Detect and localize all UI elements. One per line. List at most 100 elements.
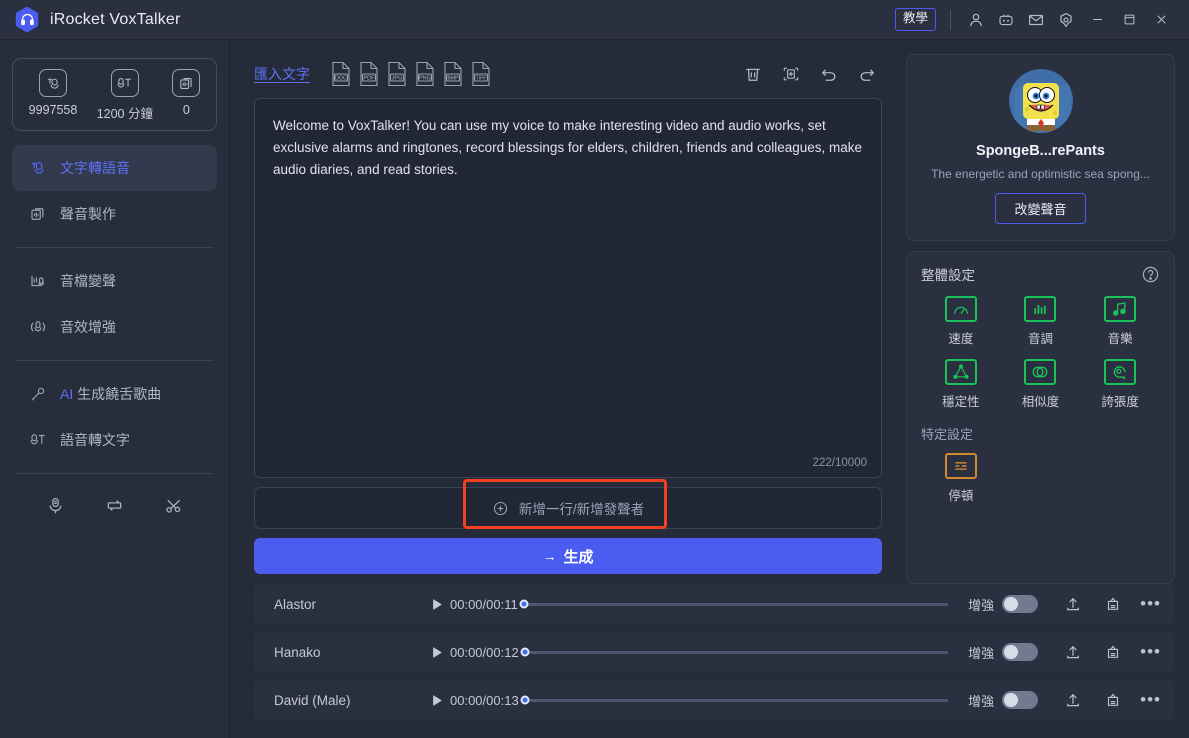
track-name: Hanako <box>274 644 321 660</box>
sidebar-item-voice-production[interactable]: 聲音製作 <box>12 191 217 237</box>
editor-column: 匯入文字 DOC PDF JPG PNG BMP TIFF Welcome to… <box>230 40 894 584</box>
converter-icon[interactable] <box>102 492 128 518</box>
toggle-knob <box>1004 693 1019 707</box>
app-title: iRocket VoxTalker <box>50 10 181 28</box>
svg-text:TIFF: TIFF <box>476 76 487 82</box>
add-segment-icon[interactable] <box>780 63 802 85</box>
right-panel: SpongeB...rePants The energetic and opti… <box>894 40 1189 584</box>
speed-gauge-icon <box>944 296 977 322</box>
save-preset-icon[interactable] <box>1100 691 1126 709</box>
voice-description: The energetic and optimistic sea spong..… <box>931 167 1150 181</box>
generate-label: 生成 <box>563 548 594 566</box>
filetype-doc-icon[interactable]: DOC <box>330 61 352 87</box>
slider-knob[interactable] <box>519 599 529 609</box>
setting-similarity[interactable]: 相似度 <box>1001 359 1081 410</box>
similarity-circles-icon <box>1024 359 1057 385</box>
filetype-png-icon[interactable]: PNG <box>414 61 436 87</box>
maximize-icon[interactable] <box>1113 5 1145 35</box>
setting-label: 速度 <box>948 332 974 346</box>
minimize-icon[interactable] <box>1081 5 1113 35</box>
export-icon[interactable] <box>1060 595 1086 613</box>
track-progress-slider[interactable] <box>519 599 949 609</box>
export-icon[interactable] <box>1060 643 1086 661</box>
more-options-icon[interactable]: ••• <box>1140 691 1161 708</box>
global-settings-grid: 速度 音調 音樂 穩定性 相似度 誇張度 <box>921 296 1160 410</box>
tts-credit-icon <box>39 69 67 97</box>
filetype-pdf-icon[interactable]: PDF <box>358 61 380 87</box>
sidebar-item-audio-voice-change[interactable]: 音檔變聲 <box>12 258 217 304</box>
track-row[interactable]: David (Male) 00:00/00:13 增強 ••• <box>254 680 1175 720</box>
music-note-icon <box>1104 296 1137 322</box>
specific-settings-title: 特定設定 <box>921 427 974 442</box>
help-circle-icon[interactable] <box>1141 265 1160 284</box>
setting-label: 停頓 <box>948 489 974 503</box>
more-options-icon[interactable]: ••• <box>1140 595 1161 612</box>
enhance-toggle[interactable] <box>1002 595 1039 613</box>
setting-exaggeration[interactable]: 誇張度 <box>1080 359 1160 410</box>
svg-text:JPG: JPG <box>392 76 403 82</box>
enhance-label: 增強 <box>968 597 995 613</box>
setting-pitch[interactable]: 音調 <box>1001 296 1081 347</box>
svg-text:PNG: PNG <box>419 76 431 82</box>
specific-settings-grid: 停頓 <box>921 453 1160 504</box>
filetype-jpg-icon[interactable]: JPG <box>386 61 408 87</box>
credit-tts[interactable]: 9997558 <box>29 69 77 117</box>
setting-pause[interactable]: 停頓 <box>921 453 1001 504</box>
setting-speed[interactable]: 速度 <box>921 296 1001 347</box>
play-icon[interactable] <box>424 646 450 659</box>
track-row[interactable]: Hanako 00:00/00:12 增強 ••• <box>254 632 1175 672</box>
slider-knob[interactable] <box>520 647 530 657</box>
redo-icon[interactable] <box>856 63 878 85</box>
sidebar-item-ai-rap-song[interactable]: AI 生成饒舌歌曲 <box>12 371 217 417</box>
delete-icon[interactable] <box>742 63 764 85</box>
track-name: David (Male) <box>274 692 351 708</box>
add-speaker-row-button[interactable]: 新增一行/新增發聲者 <box>254 479 882 529</box>
text-input-area[interactable]: Welcome to VoxTalker! You can use my voi… <box>254 98 882 478</box>
settings-icon[interactable] <box>1051 5 1081 35</box>
track-time: 00:00/00:13 <box>450 692 519 708</box>
mail-icon[interactable] <box>1021 5 1051 35</box>
enhance-toggle[interactable] <box>1002 643 1039 661</box>
sidebar-divider <box>16 360 213 361</box>
filetype-tiff-icon[interactable]: TIFF <box>470 61 492 87</box>
play-icon[interactable] <box>424 694 450 707</box>
change-voice-button[interactable]: 改變聲音 <box>995 193 1086 224</box>
audio-enhance-icon <box>28 317 48 337</box>
track-progress-slider[interactable] <box>520 647 949 657</box>
track-progress-slider[interactable] <box>520 695 949 705</box>
voice-production-icon <box>28 204 48 224</box>
play-icon[interactable] <box>424 598 450 611</box>
more-options-icon[interactable]: ••• <box>1140 643 1161 660</box>
import-text-button[interactable]: 匯入文字 <box>254 64 310 84</box>
undo-icon[interactable] <box>818 63 840 85</box>
sidebar-item-speech-to-text[interactable]: 語音轉文字 <box>12 417 217 463</box>
track-name: Alastor <box>274 596 317 612</box>
user-icon[interactable] <box>961 5 991 35</box>
discord-icon[interactable] <box>991 5 1021 35</box>
sidebar-item-audio-enhance[interactable]: 音效增強 <box>12 304 217 350</box>
character-count: 222/10000 <box>812 457 867 469</box>
export-icon[interactable] <box>1060 691 1086 709</box>
toggle-knob <box>1004 645 1019 659</box>
enhance-toggle[interactable] <box>1002 691 1039 709</box>
sidebar-item-label: AI 生成饒舌歌曲 <box>60 384 161 404</box>
sidebar-tools <box>0 484 229 532</box>
slider-knob[interactable] <box>520 695 530 705</box>
setting-stability[interactable]: 穩定性 <box>921 359 1001 410</box>
stt-minutes-icon <box>110 69 139 97</box>
save-preset-icon[interactable] <box>1100 595 1126 613</box>
cutter-icon[interactable] <box>161 492 187 518</box>
enhance-label: 增強 <box>968 645 995 661</box>
toolbar-divider <box>950 9 951 30</box>
tutorial-button[interactable]: 教學 <box>894 8 936 31</box>
filetype-bmp-icon[interactable]: BMP <box>442 61 464 87</box>
save-preset-icon[interactable] <box>1100 643 1126 661</box>
recorder-icon[interactable] <box>43 492 69 518</box>
credit-minutes[interactable]: 1200 分鐘 <box>97 69 153 122</box>
track-row[interactable]: Alastor 00:00/00:11 增強 ••• <box>254 584 1175 624</box>
setting-music[interactable]: 音樂 <box>1080 296 1160 347</box>
credit-clone[interactable]: 0 <box>172 69 201 117</box>
close-icon[interactable] <box>1145 5 1177 35</box>
generate-button[interactable]: → 生成 <box>254 538 882 574</box>
sidebar-item-text-to-speech[interactable]: 文字轉語音 <box>12 145 217 191</box>
